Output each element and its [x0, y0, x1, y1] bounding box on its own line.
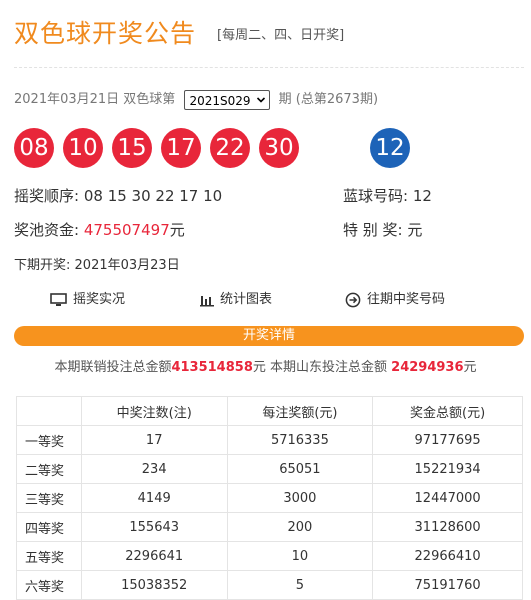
- table-row: 六等奖 15038352 5 75191760: [16, 570, 523, 600]
- red-ball: 15: [112, 128, 152, 168]
- prize-per-bet: 65051: [226, 454, 374, 484]
- special-prize-value: 元: [407, 221, 423, 239]
- national-sales-total: 413514858: [171, 360, 253, 375]
- sales-suffix: 元: [463, 360, 477, 375]
- sales-summary: 本期联销投注总金额413514858元 本期山东投注总金额 24294936元: [0, 356, 531, 375]
- chevron-down-icon: [256, 91, 266, 116]
- prize-pool: 奖池资金: 475507497元: [14, 219, 185, 240]
- issue-select[interactable]: 2021S029: [184, 90, 270, 110]
- prize-level: 一等奖: [16, 425, 82, 455]
- monitor-icon: [50, 292, 67, 306]
- table-row: 二等奖 234 65051 15221934: [16, 454, 523, 484]
- column-header: [16, 396, 82, 426]
- table-row: 五等奖 2296641 10 22966410: [16, 541, 523, 571]
- blue-number-label: 蓝球号码:: [343, 187, 409, 205]
- history-label: 往期中奖号码: [367, 292, 446, 307]
- draw-details-button[interactable]: 开奖详情: [14, 326, 524, 346]
- next-draw-value: 2021年03月23日: [74, 258, 180, 273]
- special-prize-label: 特 别 奖:: [343, 221, 403, 239]
- draw-order-value: 08 15 30 22 17 10: [83, 187, 223, 205]
- issue-select-value: 2021S029: [189, 93, 251, 108]
- next-draw: 下期开奖: 2021年03月23日: [14, 254, 180, 273]
- table-row: 四等奖 155643 200 31128600: [16, 512, 523, 542]
- prize-pool-value: 475507497: [83, 221, 170, 239]
- winner-count: 4149: [80, 483, 228, 513]
- header: 双色球开奖公告 [每周二、四、日开奖]: [14, 14, 524, 54]
- table-row: 一等奖 17 5716335 97177695: [16, 425, 523, 455]
- column-header: 每注奖额(元): [226, 396, 374, 426]
- prize-total: 15221934: [372, 454, 523, 484]
- blue-ball: 12: [370, 128, 410, 168]
- sales-mid: 元 本期山东投注总金额: [252, 360, 388, 375]
- prize-total: 75191760: [372, 570, 523, 600]
- red-ball: 10: [63, 128, 103, 168]
- prize-level: 五等奖: [16, 541, 82, 571]
- winner-count: 234: [80, 454, 228, 484]
- issue-row: 2021年03月21日 双色球第 2021S029 期 (总第2673期): [14, 89, 378, 111]
- red-ball: 22: [210, 128, 250, 168]
- issue-date-label: 2021年03月21日 双色球第: [14, 92, 176, 107]
- shandong-sales-total: 24294936: [391, 360, 464, 375]
- prize-pool-label: 奖池资金:: [14, 221, 80, 239]
- prize-per-bet: 5: [226, 570, 374, 600]
- page-title: 双色球开奖公告: [14, 19, 197, 48]
- arrow-circle-icon: [345, 292, 361, 307]
- live-draw-link[interactable]: 摇奖实况: [50, 290, 125, 310]
- column-header: 中奖注数(注): [80, 396, 228, 426]
- prize-table: 中奖注数(注) 每注奖额(元) 奖金总额(元) 一等奖 17 5716335 9…: [16, 396, 523, 600]
- prize-pool-unit: 元: [169, 221, 185, 239]
- live-draw-label: 摇奖实况: [73, 292, 126, 307]
- prize-total: 97177695: [372, 425, 523, 455]
- table-row: 三等奖 4149 3000 12447000: [16, 483, 523, 513]
- divider: [14, 67, 524, 68]
- red-ball: 30: [259, 128, 299, 168]
- table-header-row: 中奖注数(注) 每注奖额(元) 奖金总额(元): [16, 396, 523, 426]
- prize-level: 二等奖: [16, 454, 82, 484]
- quick-links: 摇奖实况 统计图表 往期中奖号码: [14, 290, 524, 310]
- statistics-label: 统计图表: [220, 292, 273, 307]
- prize-total: 31128600: [372, 512, 523, 542]
- red-ball: 17: [161, 128, 201, 168]
- winner-count: 2296641: [80, 541, 228, 571]
- prize-level: 三等奖: [16, 483, 82, 513]
- issue-total: 期 (总第2673期): [278, 92, 379, 107]
- red-ball: 08: [14, 128, 54, 168]
- history-link[interactable]: 往期中奖号码: [345, 290, 445, 310]
- blue-number: 蓝球号码: 12: [343, 185, 432, 206]
- winner-count: 155643: [80, 512, 228, 542]
- special-prize: 特 别 奖: 元: [343, 219, 422, 240]
- next-draw-label: 下期开奖:: [14, 258, 71, 273]
- winner-count: 15038352: [80, 570, 228, 600]
- prize-level: 四等奖: [16, 512, 82, 542]
- prize-per-bet: 200: [226, 512, 374, 542]
- sales-prefix: 本期联销投注总金额: [54, 360, 172, 375]
- bar-chart-icon: [200, 295, 214, 306]
- prize-total: 22966410: [372, 541, 523, 571]
- draw-order: 摇奖顺序: 08 15 30 22 17 10: [14, 185, 222, 206]
- prize-per-bet: 3000: [226, 483, 374, 513]
- winner-count: 17: [80, 425, 228, 455]
- column-header: 奖金总额(元): [372, 396, 523, 426]
- statistics-link[interactable]: 统计图表: [200, 290, 272, 310]
- prize-total: 12447000: [372, 483, 523, 513]
- draw-order-label: 摇奖顺序:: [14, 187, 80, 205]
- prize-level: 六等奖: [16, 570, 82, 600]
- prize-per-bet: 5716335: [226, 425, 374, 455]
- draw-schedule: [每周二、四、日开奖]: [217, 28, 345, 43]
- blue-number-value: 12: [412, 187, 432, 205]
- prize-per-bet: 10: [226, 541, 374, 571]
